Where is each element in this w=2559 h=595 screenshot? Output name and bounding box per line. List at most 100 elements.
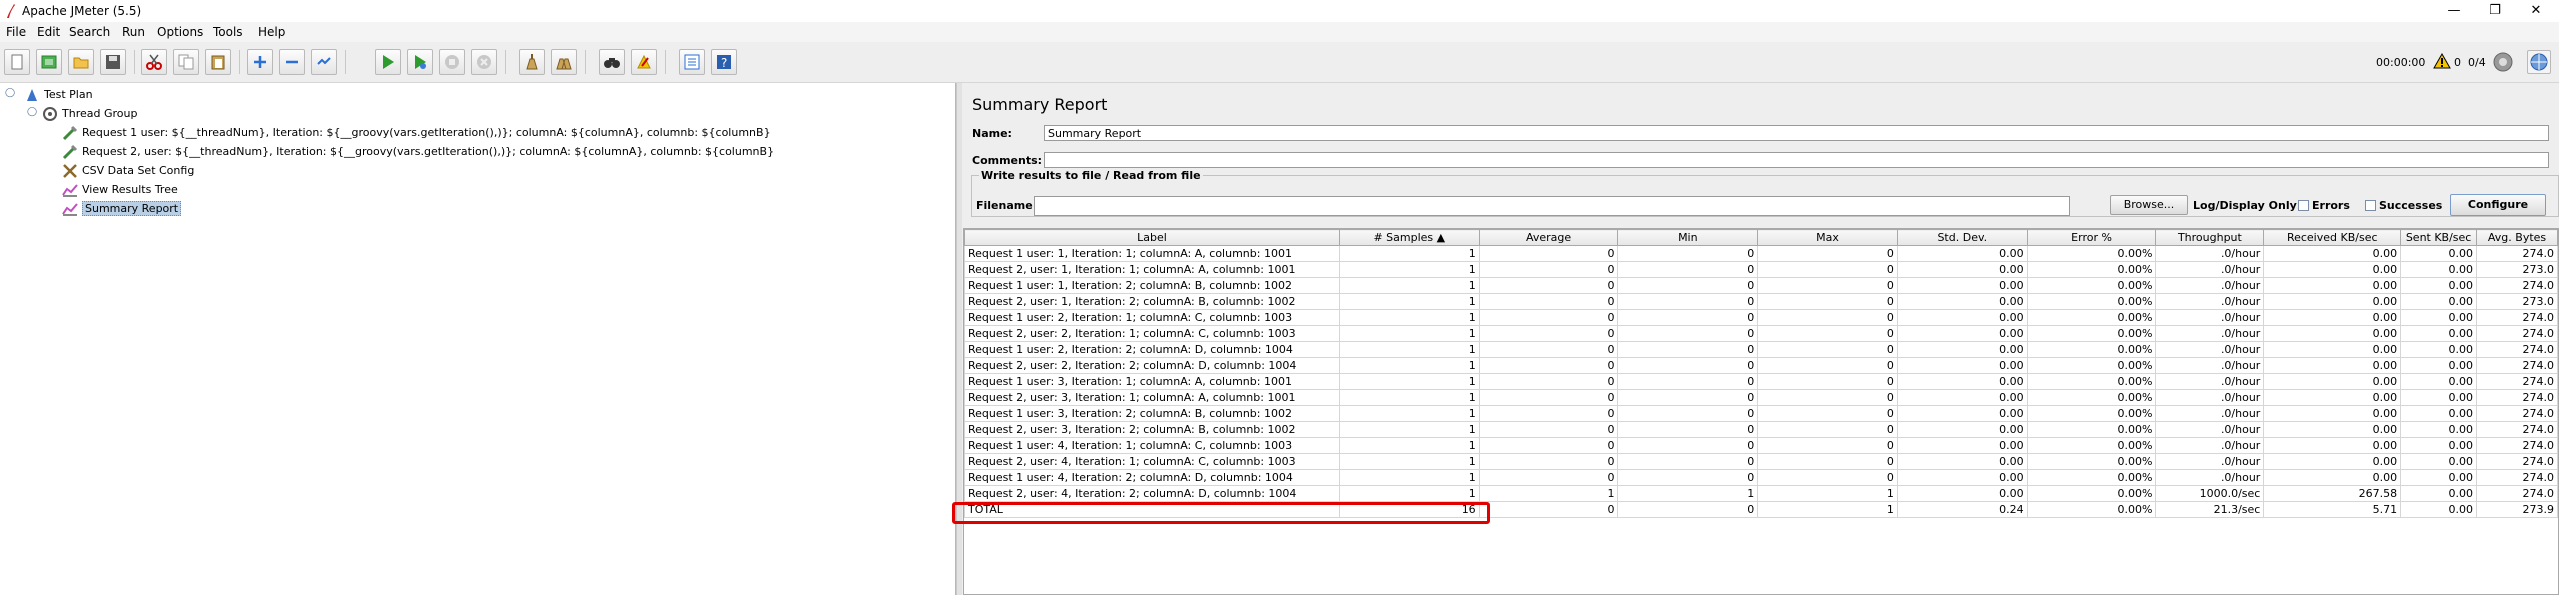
open-button[interactable]	[68, 49, 94, 75]
table-row[interactable]: Request 1 user: 4, Iteration: 1; columnA…	[964, 437, 2558, 454]
tree-node-view-results-tree[interactable]: View Results Tree	[62, 181, 178, 199]
expand-toggle-test-plan[interactable]: ◯	[5, 88, 15, 98]
help-button[interactable]: ?	[711, 49, 737, 75]
table-row[interactable]: Request 1 user: 1, Iteration: 1; columnA…	[964, 245, 2558, 262]
save-button[interactable]	[100, 49, 126, 75]
column-header-1[interactable]: # Samples ▲	[1338, 229, 1480, 246]
table-total-row[interactable]: TOTAL 16 0 0 1 0.24 0.00% 21.3/sec 5.71 0.00 273.9	[964, 501, 2558, 518]
table-row[interactable]: Request 1 user: 2, Iteration: 1; columnA…	[964, 309, 2558, 326]
minimize-button[interactable]: —	[2439, 2, 2469, 20]
tree-node-thread-group[interactable]: Thread Group	[42, 105, 137, 123]
table-cell: 21.3/sec	[2155, 501, 2265, 518]
stop-button[interactable]	[439, 49, 465, 75]
comments-field[interactable]	[1044, 152, 2549, 168]
clear-all-button[interactable]	[551, 49, 577, 75]
column-header-8[interactable]: Received KB/sec	[2263, 229, 2402, 246]
summary-table[interactable]: Label # Samples ▲ Average Min Max Std. Dev. Er…	[963, 228, 2559, 595]
table-cell: 0.00	[1896, 437, 2028, 454]
new-button[interactable]	[4, 49, 30, 75]
warning-icon[interactable]	[2433, 53, 2451, 69]
menu-file[interactable]: File	[6, 25, 26, 39]
collapse-all-button[interactable]	[279, 49, 305, 75]
templates-button[interactable]	[36, 49, 62, 75]
shutdown-button[interactable]	[471, 49, 497, 75]
log-viewer-button[interactable]	[2527, 50, 2551, 74]
table-row[interactable]: Request 1 user: 2, Iteration: 2; columnA…	[964, 341, 2558, 358]
function-helper-button[interactable]	[679, 49, 705, 75]
clear-button[interactable]	[519, 49, 545, 75]
tree-node-csv-data-set-config[interactable]: CSV Data Set Config	[62, 162, 194, 180]
table-cell: 0	[1617, 357, 1759, 374]
table-cell: 274.0	[2476, 485, 2558, 502]
expand-all-button[interactable]	[247, 49, 273, 75]
menu-help[interactable]: Help	[258, 25, 285, 39]
menu-tools[interactable]: Tools	[213, 25, 243, 39]
start-button[interactable]	[375, 49, 401, 75]
table-row[interactable]: Request 2, user: 1, Iteration: 2; column…	[964, 293, 2558, 310]
configure-button[interactable]: Configure	[2450, 194, 2546, 216]
column-header-9[interactable]: Sent KB/sec	[2400, 229, 2478, 246]
table-cell: 0.00	[2400, 501, 2478, 518]
table-cell: 1	[1338, 277, 1480, 294]
column-header-10[interactable]: Avg. Bytes	[2476, 229, 2558, 246]
cut-button[interactable]	[141, 49, 167, 75]
table-cell: 1	[1338, 421, 1480, 438]
expand-toggle-thread-group[interactable]: ◯	[27, 107, 37, 117]
table-cell: 0	[1617, 389, 1759, 406]
table-row[interactable]: Request 2, user: 2, Iteration: 1; column…	[964, 325, 2558, 342]
table-cell: 0	[1757, 453, 1898, 470]
column-header-6[interactable]: Error %	[2026, 229, 2157, 246]
menu-run[interactable]: Run	[122, 25, 145, 39]
column-header-3[interactable]: Min	[1617, 229, 1759, 246]
column-header-4[interactable]: Max	[1757, 229, 1898, 246]
browse-button[interactable]: Browse...	[2110, 195, 2188, 215]
paste-button[interactable]	[205, 49, 231, 75]
toggle-button[interactable]	[311, 49, 337, 75]
filename-field[interactable]	[1034, 196, 2070, 216]
search-button[interactable]	[599, 49, 625, 75]
start-no-pauses-button[interactable]	[407, 49, 433, 75]
tree-node-request-1[interactable]: Request 1 user: ${__threadNum}, Iteratio…	[62, 124, 771, 142]
column-header-5[interactable]: Std. Dev.	[1896, 229, 2028, 246]
table-cell: 0.00%	[2026, 277, 2157, 294]
menu-options[interactable]: Options	[157, 25, 203, 39]
column-header-2[interactable]: Average	[1478, 229, 1619, 246]
column-header-0[interactable]: Label	[964, 229, 1340, 246]
table-cell: 1	[1338, 469, 1480, 486]
errors-checkbox[interactable]	[2298, 200, 2309, 211]
table-row[interactable]: Request 1 user: 1, Iteration: 2; columnA…	[964, 277, 2558, 294]
table-cell: 0	[1478, 245, 1619, 262]
name-field[interactable]: Summary Report	[1044, 125, 2549, 141]
table-row[interactable]: Request 1 user: 3, Iteration: 2; columnA…	[964, 405, 2558, 422]
table-cell: 0.00	[2400, 437, 2478, 454]
restore-button[interactable]: ❐	[2480, 2, 2510, 20]
table-row[interactable]: Request 2, user: 4, Iteration: 2; column…	[964, 485, 2558, 502]
table-cell: 1	[1338, 485, 1480, 502]
tree-node-summary-report[interactable]: Summary Report	[62, 200, 182, 218]
reset-search-button[interactable]	[631, 49, 657, 75]
tree-node-test-plan[interactable]: Test Plan	[24, 86, 93, 104]
config-icon	[63, 164, 77, 178]
successes-checkbox[interactable]	[2365, 200, 2376, 211]
table-cell: 1	[1338, 405, 1480, 422]
table-cell: 0.00%	[2026, 421, 2157, 438]
menu-search[interactable]: Search	[69, 25, 110, 39]
table-cell: 0.00%	[2026, 405, 2157, 422]
table-row[interactable]: Request 2, user: 3, Iteration: 2; column…	[964, 421, 2558, 438]
menu-edit[interactable]: Edit	[37, 25, 60, 39]
table-row[interactable]: Request 2, user: 2, Iteration: 2; column…	[964, 357, 2558, 374]
tree-node-request-2[interactable]: Request 2, user: ${__threadNum}, Iterati…	[62, 143, 774, 161]
svg-text:?: ?	[721, 56, 727, 70]
close-window-button[interactable]: ✕	[2521, 2, 2551, 20]
table-row[interactable]: Request 2, user: 1, Iteration: 1; column…	[964, 261, 2558, 278]
table-row[interactable]: Request 1 user: 3, Iteration: 1; columnA…	[964, 373, 2558, 390]
table-row[interactable]: Request 2, user: 3, Iteration: 1; column…	[964, 389, 2558, 406]
table-row[interactable]: Request 1 user: 4, Iteration: 2; columnA…	[964, 469, 2558, 486]
copy-button[interactable]	[173, 49, 199, 75]
column-header-7[interactable]: Throughput	[2155, 229, 2265, 246]
table-row[interactable]: Request 2, user: 4, Iteration: 1; column…	[964, 453, 2558, 470]
table-cell: Request 2, user: 2, Iteration: 2; column…	[964, 357, 1340, 374]
table-cell: 0.00%	[2026, 245, 2157, 262]
table-cell: 0	[1757, 293, 1898, 310]
table-cell: Request 1 user: 1, Iteration: 2; columnA…	[964, 277, 1340, 294]
